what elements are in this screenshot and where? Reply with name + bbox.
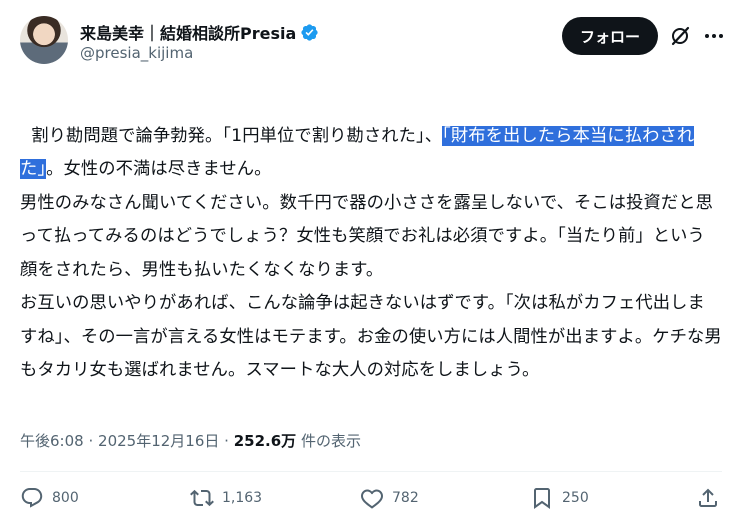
post-text-segment: 割り勘問題で論争勃発。「1円単位で割り勘された」、: [31, 125, 443, 146]
share-icon: [699, 488, 717, 507]
grok-icon[interactable]: [668, 24, 692, 48]
view-count[interactable]: 252.6万: [234, 432, 296, 450]
post-date[interactable]: 2025年12月16日: [98, 432, 219, 450]
view-count-label: 件の表示: [300, 432, 361, 450]
bookmark-count: 250: [562, 490, 589, 506]
repost-icon: [190, 489, 214, 507]
like-count: 782: [392, 490, 419, 506]
post-text: 割り勘問題で論争勃発。「1円単位で割り勘された」、「財布を出したら本当に払わされ…: [20, 86, 722, 388]
divider: [20, 471, 722, 472]
action-bar: 800 1,163 782 250: [20, 486, 722, 518]
heart-icon: [361, 489, 383, 509]
author-handle[interactable]: @presia_kijima: [80, 44, 193, 62]
post-time[interactable]: 午後6:08: [20, 432, 84, 450]
like-button[interactable]: 782: [360, 486, 419, 510]
post-text-segment: 。女性の不満は尽きません。 男性のみなさん聞いてください。数千円で器の小ささを露…: [20, 159, 722, 380]
more-options-icon[interactable]: [702, 24, 726, 48]
meta-separator: ·: [88, 432, 94, 450]
follow-button[interactable]: フォロー: [561, 17, 658, 55]
bookmark-button[interactable]: 250: [530, 486, 589, 510]
author-display-name[interactable]: 来島美幸｜結婚相談所Presia: [80, 20, 296, 44]
reply-icon: [21, 488, 43, 508]
post-meta: 午後6:08 · 2025年12月16日 · 252.6万 件の表示: [20, 430, 361, 451]
meta-separator: ·: [224, 432, 229, 450]
author-name-row[interactable]: 来島美幸｜結婚相談所Presia: [80, 20, 319, 44]
avatar[interactable]: [20, 16, 68, 64]
verified-badge-icon: [301, 23, 318, 41]
repost-button[interactable]: 1,163: [190, 486, 262, 510]
bookmark-icon: [534, 488, 550, 509]
repost-count: 1,163: [222, 490, 263, 506]
share-button[interactable]: [696, 486, 720, 510]
reply-button[interactable]: 800: [20, 486, 79, 510]
reply-count: 800: [52, 490, 79, 506]
post-header: 来島美幸｜結婚相談所Presia @presia_kijima フォロー: [20, 12, 728, 68]
